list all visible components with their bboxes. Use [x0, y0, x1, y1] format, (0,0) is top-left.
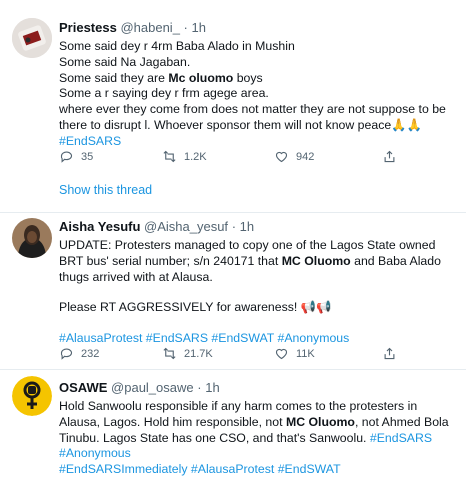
user-handle[interactable]: @habeni_ [120, 20, 179, 35]
retweet-button[interactable]: 21.7K [162, 346, 213, 361]
tweet-paragraph: Hold Sanwoolu responsible if any harm co… [59, 399, 449, 477]
tweet-line: Some said Na Jagaban. [59, 54, 191, 69]
retweet-button[interactable]: 1.2K [162, 149, 207, 164]
megaphone-emoji: 📢📢 [300, 300, 332, 315]
share-button[interactable] [382, 149, 397, 164]
separator-dot: · [197, 380, 202, 395]
user-handle[interactable]: @Aisha_yesuf [144, 219, 228, 234]
separator-dot: · [231, 219, 237, 234]
share-button[interactable] [382, 346, 397, 361]
tweet-line: where ever they come from does not matte… [59, 102, 446, 132]
retweet-icon [163, 150, 176, 163]
reply-count: 232 [81, 347, 100, 360]
tweet-header: Priestess @habeni_ · 1h [59, 19, 458, 36]
tweet-actions: 35 1.2K 942 [59, 149, 395, 169]
heart-icon [275, 151, 288, 163]
display-name[interactable]: Priestess [59, 20, 117, 35]
hashtag-links[interactable]: #EndSARSImmediately #AlausaProtest #EndS… [59, 462, 341, 476]
user-handle[interactable]: @paul_osawe [111, 380, 194, 395]
tweet-text: Some said dey r 4rm Baba Alado in Mushin… [59, 39, 458, 150]
retweet-count: 21.7K [184, 347, 213, 360]
display-name[interactable]: Aisha Yesufu [59, 219, 140, 234]
tweet-header: Aisha Yesufu @Aisha_yesuf · 1h [59, 218, 458, 235]
like-button[interactable]: 11K [274, 346, 315, 361]
avatar[interactable] [12, 218, 52, 258]
hashtag-line: #AlausaProtest #EndSARS #EndSWAT #Anonym… [59, 331, 458, 347]
share-icon [384, 150, 395, 163]
reply-icon [60, 151, 73, 163]
tweet-paragraph: Please RT AGGRESSIVELY for awareness! 📢📢 [59, 300, 332, 315]
pray-emoji: 🙏🙏 [391, 117, 422, 132]
heart-icon [275, 348, 288, 360]
avatar[interactable] [12, 18, 52, 58]
avatar-image [12, 376, 52, 416]
retweet-count: 1.2K [184, 150, 207, 163]
tweet-priestess[interactable]: Priestess @habeni_ · 1h Some said dey r … [0, 0, 466, 212]
tweet-osawe[interactable]: OSAWE @paul_osawe · 1h Hold Sanwoolu res… [0, 369, 466, 476]
separator-dot: · [183, 20, 188, 35]
retweet-icon [163, 347, 176, 360]
avatar-image [12, 18, 52, 58]
like-count: 11K [296, 347, 315, 360]
avatar[interactable] [12, 376, 52, 416]
show-thread-link[interactable]: Show this thread [59, 183, 152, 197]
tweet-line: Some a r saying dey r frm agege area. [59, 86, 269, 101]
display-name[interactable]: OSAWE [59, 380, 107, 395]
like-count: 942 [296, 150, 315, 163]
bold-mention: Mc oluomo [168, 70, 234, 85]
reply-icon [60, 348, 73, 360]
tweet-line: Some said dey r 4rm Baba Alado in Mushin [59, 39, 295, 53]
bold-mention: MC Oluomo [285, 414, 355, 429]
hashtag-links[interactable]: #AlausaProtest #EndSARS #EndSWAT #Anonym… [59, 331, 349, 345]
tweet-actions: 232 21.7K 11K [59, 346, 395, 366]
reply-button[interactable]: 232 [59, 346, 99, 361]
timestamp[interactable]: 1h [192, 20, 206, 35]
bold-mention: MC Oluomo [281, 253, 351, 268]
tweet-text: Hold Sanwoolu responsible if any harm co… [59, 399, 458, 478]
like-button[interactable]: 942 [274, 149, 314, 164]
avatar-image [12, 218, 52, 258]
hashtag-link[interactable]: #EndSARS [59, 134, 121, 148]
tweet-line: Some said they are Mc oluomo boys [59, 70, 263, 85]
reply-button[interactable]: 35 [59, 149, 93, 164]
hashtag-line: #EndSARS [59, 134, 458, 150]
tweet-header: OSAWE @paul_osawe · 1h [59, 379, 458, 396]
tweet-paragraph: UPDATE: Protesters managed to copy one o… [59, 238, 441, 284]
tweet-aisha-yesufu[interactable]: Aisha Yesufu @Aisha_yesuf · 1h UPDATE: P… [0, 212, 466, 370]
timestamp[interactable]: 1h [205, 380, 219, 395]
tweet-text: UPDATE: Protesters managed to copy one o… [59, 238, 458, 347]
reply-count: 35 [81, 150, 94, 163]
timestamp[interactable]: 1h [240, 219, 254, 234]
share-icon [384, 347, 395, 360]
